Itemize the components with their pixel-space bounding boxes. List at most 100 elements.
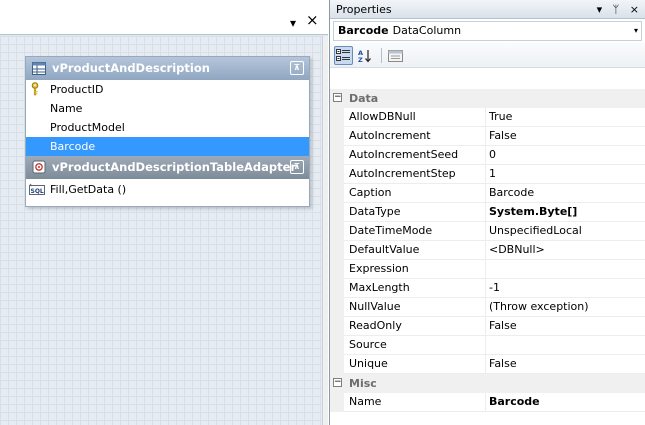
alphabetical-button[interactable]: A Z (356, 46, 375, 65)
tableadapter-header[interactable]: vProductAndDescriptionTableAdapter ⊼ (26, 156, 309, 179)
row-gutter (330, 355, 344, 374)
property-value[interactable]: -1 (485, 279, 645, 298)
property-name[interactable]: AutoIncrement (349, 127, 483, 146)
property-row-datatype[interactable]: DataType System.Byte[] (330, 203, 645, 222)
collapse-category-icon[interactable]: − (333, 93, 342, 102)
property-value[interactable]: 0 (485, 146, 645, 165)
property-value[interactable]: (Throw exception) (485, 298, 645, 317)
row-gutter (330, 184, 344, 203)
property-value[interactable]: System.Byte[] (485, 203, 645, 222)
tableadapter-icon (32, 160, 46, 174)
properties-title: Properties (336, 3, 392, 16)
properties-toolbar: A Z (330, 43, 645, 68)
property-name[interactable]: NullValue (349, 298, 483, 317)
property-name[interactable]: DataType (349, 203, 483, 222)
column-label: Name (50, 102, 83, 115)
row-gutter (330, 317, 344, 336)
property-row-allowdbnull[interactable]: AllowDBNull True (330, 108, 645, 127)
property-row-caption[interactable]: Caption Barcode (330, 184, 645, 203)
window-position-dropdown-icon[interactable]: ▾ (597, 3, 603, 16)
property-name[interactable]: Source (349, 336, 483, 355)
property-name[interactable]: DateTimeMode (349, 222, 483, 241)
auto-hide-pin-icon[interactable]: ᛘ (613, 3, 620, 16)
property-row-nullvalue[interactable]: NullValue (Throw exception) (330, 298, 645, 317)
datatable-card[interactable]: vProductAndDescription ⊼ ProductID Name Pr… (25, 56, 310, 207)
categorized-icon (336, 49, 350, 61)
row-gutter (330, 260, 344, 279)
property-name[interactable]: DefaultValue (349, 241, 483, 260)
property-name[interactable]: AllowDBNull (349, 108, 483, 127)
property-value[interactable] (485, 260, 645, 279)
property-row-unique[interactable]: Unique False (330, 355, 645, 374)
property-row-autoincrementseed[interactable]: AutoIncrementSeed 0 (330, 146, 645, 165)
property-value[interactable] (485, 336, 645, 355)
properties-window: Properties ▾ ᛘ × Barcode DataColumn ▾ A … (329, 0, 645, 425)
row-gutter (330, 298, 344, 317)
property-row-name[interactable]: Name Barcode (330, 393, 645, 412)
property-name[interactable]: Unique (349, 355, 483, 374)
property-value[interactable]: UnspecifiedLocal (485, 222, 645, 241)
datatable-icon (32, 62, 46, 75)
window-position-dropdown-icon[interactable]: ▾ (290, 17, 296, 29)
property-name[interactable]: AutoIncrementSeed (349, 146, 483, 165)
column-row-name[interactable]: Name (26, 99, 309, 118)
tableadapter-methods: SQL Fill,GetData () (26, 179, 309, 201)
property-row-readonly[interactable]: ReadOnly False (330, 317, 645, 336)
property-value[interactable]: False (485, 127, 645, 146)
property-value[interactable]: <DBNull> (485, 241, 645, 260)
close-document-icon[interactable]: × (306, 13, 319, 28)
column-row-productmodel[interactable]: ProductModel (26, 118, 309, 137)
property-name[interactable]: MaxLength (349, 279, 483, 298)
collapse-adapter-button[interactable]: ⊼ (290, 160, 304, 174)
property-value[interactable]: False (485, 355, 645, 374)
row-gutter (330, 279, 344, 298)
property-name[interactable]: ReadOnly (349, 317, 483, 336)
categorized-button[interactable] (334, 46, 353, 65)
close-properties-icon[interactable]: × (630, 3, 639, 16)
object-selector-dropdown[interactable]: Barcode DataColumn ▾ (333, 21, 642, 41)
collapse-table-button[interactable]: ⊼ (290, 61, 304, 75)
datatable-header[interactable]: vProductAndDescription ⊼ (26, 57, 309, 80)
property-value[interactable]: True (485, 108, 645, 127)
property-name[interactable]: Name (349, 393, 483, 412)
property-row-datetimemode[interactable]: DateTimeMode UnspecifiedLocal (330, 222, 645, 241)
svg-text:SQL: SQL (31, 188, 44, 195)
property-row-expression[interactable]: Expression (330, 260, 645, 279)
property-value[interactable]: 1 (485, 165, 645, 184)
chevron-down-icon[interactable]: ▾ (634, 22, 638, 40)
row-gutter (330, 146, 344, 165)
property-row-defaultvalue[interactable]: DefaultValue <DBNull> (330, 241, 645, 260)
property-grid[interactable]: − Data AllowDBNull True AutoIncrement False Au… (330, 89, 645, 412)
property-name[interactable]: AutoIncrementStep (349, 165, 483, 184)
property-row-source[interactable]: Source (330, 336, 645, 355)
property-pages-button[interactable] (386, 46, 405, 65)
sql-icon: SQL (29, 183, 45, 195)
category-label: Data (349, 92, 379, 105)
properties-titlebar: Properties ▾ ᛘ × (330, 0, 645, 19)
property-name[interactable]: Caption (349, 184, 483, 203)
property-row-autoincrement[interactable]: AutoIncrement False (330, 127, 645, 146)
property-value[interactable]: False (485, 317, 645, 336)
column-row-productid[interactable]: ProductID (26, 80, 309, 99)
property-value[interactable]: Barcode (485, 184, 645, 203)
property-value[interactable]: Barcode (485, 393, 645, 412)
category-misc[interactable]: − Misc (330, 374, 645, 393)
row-gutter (330, 203, 344, 222)
dataset-designer-pane: ▾ × vProductAndDescription ⊼ ProductID Na… (0, 0, 328, 425)
selected-object-name: Barcode (338, 24, 389, 37)
row-gutter (330, 393, 344, 412)
collapse-category-icon[interactable]: − (333, 378, 342, 387)
column-row-barcode[interactable]: Barcode (26, 137, 309, 156)
primary-key-icon (31, 82, 39, 96)
property-name[interactable]: Expression (349, 260, 483, 279)
property-row-maxlength[interactable]: MaxLength -1 (330, 279, 645, 298)
property-row-autoincrementstep[interactable]: AutoIncrementStep 1 (330, 165, 645, 184)
row-gutter (330, 127, 344, 146)
designer-vertical-scrollbar[interactable] (322, 36, 328, 425)
column-label: ProductModel (50, 121, 125, 134)
column-label: ProductID (50, 83, 104, 96)
row-gutter (330, 222, 344, 241)
alphabetical-icon: A Z (358, 49, 371, 64)
query-method-row[interactable]: SQL Fill,GetData () (26, 179, 309, 201)
category-data[interactable]: − Data (330, 89, 645, 108)
